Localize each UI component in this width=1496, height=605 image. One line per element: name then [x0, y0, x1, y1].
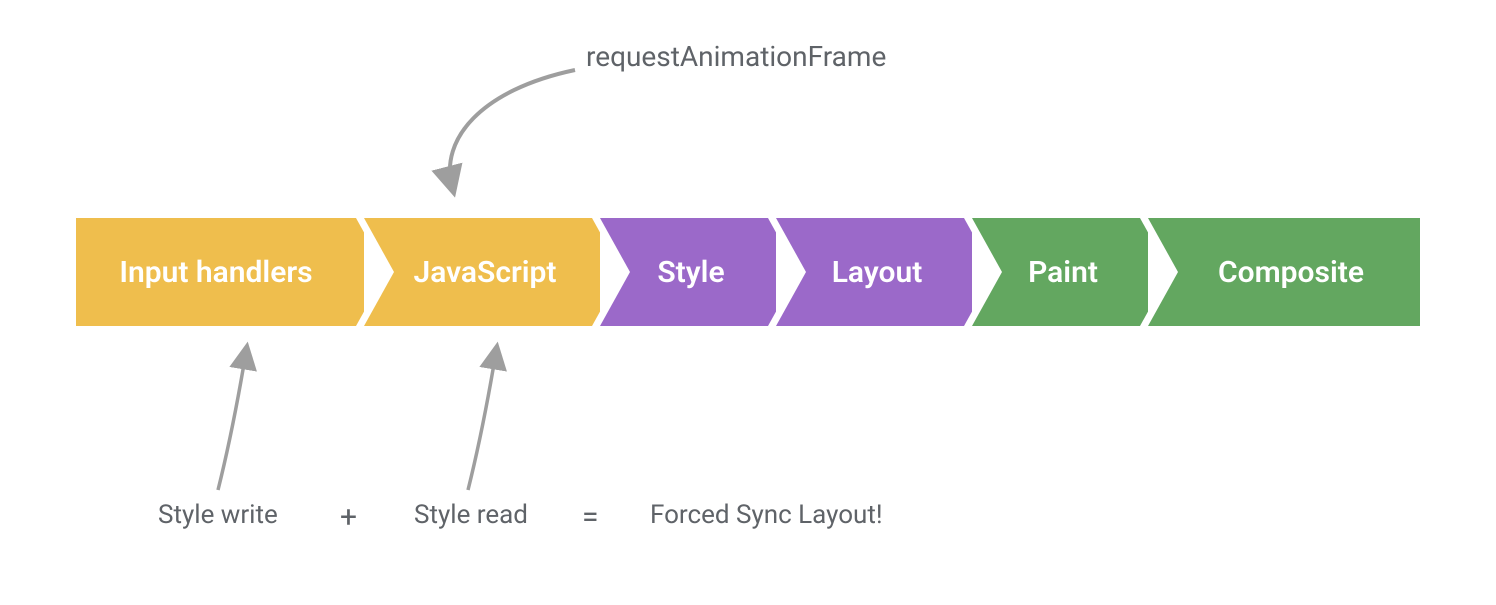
- eq-equals: =: [582, 500, 598, 535]
- diagram-canvas: requestAnimationFrame Input handlers Jav…: [0, 0, 1496, 605]
- raf-label: requestAnimationFrame: [586, 40, 886, 73]
- stage-style: Style: [600, 218, 768, 326]
- stage-label: Layout: [818, 255, 923, 290]
- stage-label: Input handlers: [119, 255, 312, 290]
- stage-composite: Composite: [1148, 218, 1420, 326]
- stage-javascript: JavaScript: [364, 218, 592, 326]
- eq-style-read: Style read: [414, 500, 528, 530]
- pipeline: Input handlers JavaScript Style Layout P…: [76, 218, 1420, 326]
- stage-label: Composite: [1204, 255, 1364, 290]
- eq-result: Forced Sync Layout!: [650, 500, 883, 530]
- stage-input-handlers: Input handlers: [76, 218, 356, 326]
- stage-label: Style: [643, 255, 724, 290]
- eq-plus: +: [340, 500, 357, 535]
- stage-label: Paint: [1014, 255, 1098, 290]
- stage-layout: Layout: [776, 218, 964, 326]
- stage-paint: Paint: [972, 218, 1140, 326]
- eq-style-write: Style write: [158, 500, 278, 530]
- stage-label: JavaScript: [399, 255, 556, 290]
